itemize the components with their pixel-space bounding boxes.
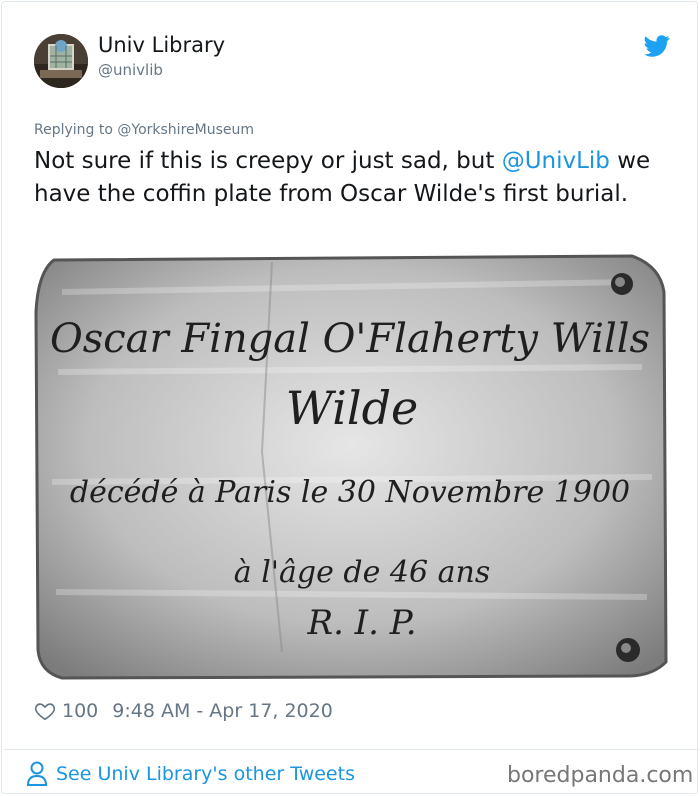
timestamp[interactable]: 9:48 AM - Apr 17, 2020: [112, 700, 333, 722]
user-handle[interactable]: @univlib: [98, 61, 163, 79]
plate-line-4: à l'âge de 46 ans: [234, 555, 490, 590]
reply-prefix: Replying to: [34, 122, 113, 138]
twitter-bird-icon[interactable]: [644, 35, 670, 57]
reply-mention[interactable]: @YorkshireMuseum: [117, 122, 254, 138]
user-name[interactable]: Univ Library: [98, 33, 225, 57]
plate-line-1: Oscar Fingal O'Flaherty Wills: [50, 316, 650, 362]
plate-line-2: Wilde: [286, 381, 419, 435]
see-other-tweets-label[interactable]: See Univ Library's other Tweets: [56, 763, 355, 785]
plate-line-3: décédé à Paris le 30 Novembre 1900: [70, 475, 630, 510]
tweet-card: Univ Library @univlib Replying to @Yorks…: [1, 1, 699, 794]
divider: [4, 749, 699, 750]
watermark: boredpanda.com: [507, 763, 694, 788]
plate-line-5: R. I. P.: [306, 603, 416, 643]
tweet-mention-link[interactable]: @UnivLib: [502, 148, 610, 174]
heart-icon[interactable]: [34, 700, 56, 722]
see-other-tweets-link[interactable]: See Univ Library's other Tweets: [26, 761, 355, 787]
reply-context: Replying to @YorkshireMuseum: [34, 122, 254, 138]
like-count[interactable]: 100: [62, 700, 98, 722]
tweet-text-before: Not sure if this is creepy or just sad, …: [34, 148, 502, 174]
tweet-stats: 100 9:48 AM - Apr 17, 2020: [34, 698, 333, 724]
coffin-plate-photo[interactable]: Oscar Fingal O'Flaherty Wills Wilde décé…: [32, 252, 670, 682]
avatar[interactable]: [34, 34, 88, 88]
tweet-text: Not sure if this is creepy or just sad, …: [34, 145, 664, 211]
person-icon: [26, 761, 48, 786]
